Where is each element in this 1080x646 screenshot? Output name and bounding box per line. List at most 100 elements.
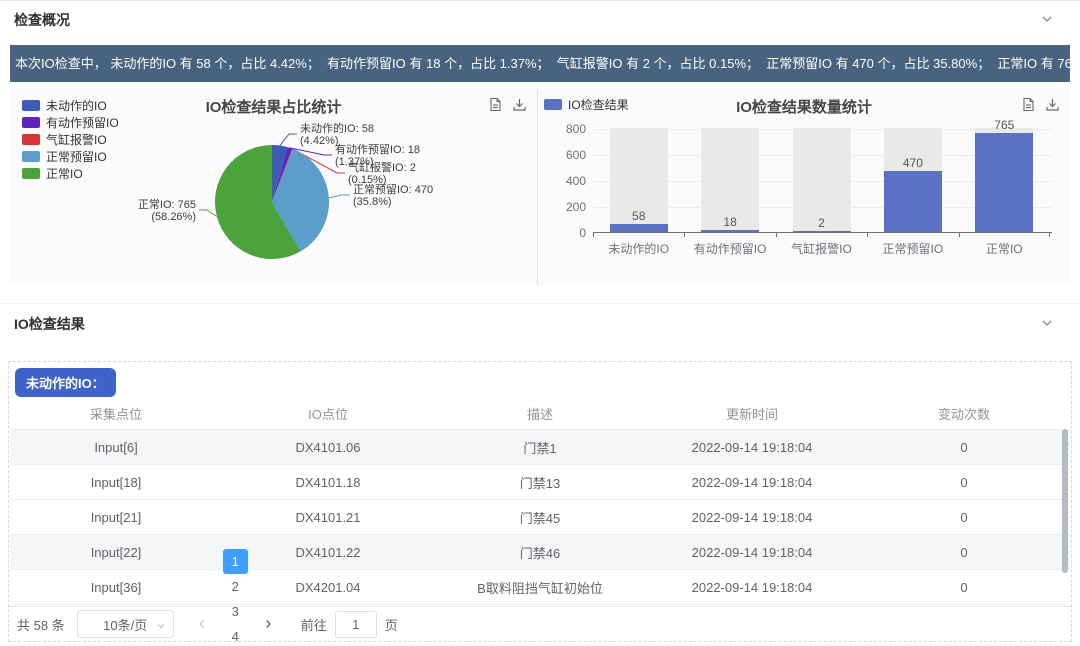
pie-slice[interactable] — [272, 145, 288, 202]
table-header-row: 采集点位IO点位描述更新时间变动次数 — [10, 398, 1070, 430]
table-cell: 0 — [858, 510, 1070, 525]
bar-value-label: 18 — [684, 215, 775, 229]
bar-value-label: 765 — [959, 118, 1050, 132]
y-axis-tick-label: 200 — [546, 200, 586, 214]
results-section-title: IO检查结果 — [14, 314, 85, 334]
legend-label: 气缸报警IO — [46, 131, 107, 148]
table-header-cell: 采集点位 — [10, 404, 222, 423]
x-axis-tick-label: 气缸报警IO — [776, 240, 867, 257]
results-table: 采集点位IO点位描述更新时间变动次数Input[6]DX4101.06门禁120… — [10, 398, 1070, 605]
legend-swatch — [22, 100, 40, 111]
bar-value-label: 58 — [593, 209, 684, 223]
bar-legend[interactable]: IO检查结果 — [544, 96, 629, 113]
pie-slice[interactable] — [215, 145, 300, 259]
pie-slice-label: 有动作预留IO: 18(1.37%) — [335, 144, 420, 168]
bar-legend-label: IO检查结果 — [568, 96, 629, 113]
pie-label-line — [290, 148, 332, 155]
legend-label: 未动作的IO — [46, 97, 107, 114]
table-cell: Input[18] — [10, 475, 222, 490]
legend-item[interactable]: 气缸报警IO — [22, 131, 119, 148]
bar[interactable] — [610, 224, 668, 232]
pagination-bar: 共 58 条 10条/页 123456 前往 页 — [9, 606, 1071, 641]
x-axis-tick — [867, 233, 868, 237]
download-image-icon[interactable] — [1045, 97, 1060, 112]
bar-plot-area: 58未动作的IO18有动作预留IO2气缸报警IO470正常预留IO765正常IO — [593, 129, 1052, 233]
table-header-cell: 更新时间 — [646, 404, 858, 423]
table-cell: B取料阻挡气缸初始位 — [434, 578, 646, 597]
bar-chart-panel: IO检查结果数量统计 IO检查结果 0200400600800 58未动作的IO… — [538, 89, 1070, 285]
table-cell: 2022-09-14 19:18:04 — [646, 545, 858, 560]
charts-row: IO检查结果占比统计 未动作的IO有动作预留IO气缸报警IO正常预留IO正常IO… — [10, 89, 1070, 285]
overview-collapse-chevron-icon[interactable] — [1040, 12, 1054, 26]
table-cell: DX4101.21 — [222, 510, 434, 525]
page-button-4[interactable]: 4 — [223, 624, 248, 646]
y-axis-tick-label: 800 — [546, 122, 586, 136]
pie-slice-label: 正常预留IO: 470(35.8%) — [353, 184, 433, 208]
x-axis-tick-label: 正常预留IO — [867, 240, 958, 257]
table-cell: 0 — [858, 475, 1070, 490]
page-button-1[interactable]: 1 — [223, 549, 248, 574]
table-cell: DX4101.18 — [222, 475, 434, 490]
filter-io-type-button[interactable]: 未动作的IO： — [15, 368, 116, 397]
table-scrollbar[interactable] — [1062, 429, 1068, 573]
prev-page-button[interactable] — [190, 612, 215, 637]
x-axis-tick — [684, 233, 685, 237]
table-cell: 0 — [858, 545, 1070, 560]
table-cell: 2022-09-14 19:18:04 — [646, 580, 858, 595]
table-row[interactable]: Input[18]DX4101.18门禁132022-09-14 19:18:0… — [10, 465, 1070, 500]
goto-page-input[interactable] — [335, 611, 377, 638]
table-cell: 2022-09-14 19:18:04 — [646, 440, 858, 455]
legend-item[interactable]: 未动作的IO — [22, 97, 119, 114]
table-header-cell: IO点位 — [222, 404, 434, 423]
legend-swatch — [22, 168, 40, 179]
pie-label-line — [329, 195, 350, 198]
results-container: 未动作的IO： 采集点位IO点位描述更新时间变动次数Input[6]DX4101… — [8, 361, 1072, 642]
pie-slice[interactable] — [272, 149, 293, 202]
download-image-icon[interactable] — [512, 97, 527, 112]
data-view-icon[interactable] — [488, 97, 503, 112]
bar[interactable] — [975, 133, 1033, 232]
data-view-icon[interactable] — [1021, 97, 1036, 112]
table-row[interactable]: Input[22]DX4101.22门禁462022-09-14 19:18:0… — [10, 535, 1070, 570]
x-axis-tick-label: 未动作的IO — [593, 240, 684, 257]
x-axis-tick-label: 正常IO — [959, 240, 1050, 257]
pie-legend: 未动作的IO有动作预留IO气缸报警IO正常预留IO正常IO — [22, 97, 119, 182]
x-axis-tick-label: 有动作预留IO — [684, 240, 775, 257]
next-page-button[interactable] — [256, 612, 281, 637]
table-cell: 0 — [858, 580, 1070, 595]
table-cell: Input[22] — [10, 545, 222, 560]
pie-slice[interactable] — [272, 149, 329, 252]
table-cell: 0 — [858, 440, 1070, 455]
table-cell: Input[36] — [10, 580, 222, 595]
table-row[interactable]: Input[36]DX4201.04B取料阻挡气缸初始位2022-09-14 1… — [10, 570, 1070, 605]
bar[interactable] — [701, 230, 759, 232]
x-axis-tick — [959, 233, 960, 237]
overview-section-title: 检查概况 — [14, 10, 70, 30]
results-collapse-chevron-icon[interactable] — [1040, 316, 1054, 330]
bar[interactable] — [884, 171, 942, 232]
chevron-down-icon — [156, 619, 166, 634]
pie-slice[interactable] — [272, 147, 292, 202]
legend-item[interactable]: 正常预留IO — [22, 148, 119, 165]
legend-swatch — [22, 134, 40, 145]
table-cell: 2022-09-14 19:18:04 — [646, 510, 858, 525]
x-axis-tick — [776, 233, 777, 237]
bar-value-label: 470 — [867, 156, 958, 170]
table-cell: DX4201.04 — [222, 580, 434, 595]
bar[interactable] — [793, 231, 851, 232]
legend-item[interactable]: 正常IO — [22, 165, 119, 182]
table-row[interactable]: Input[6]DX4101.06门禁12022-09-14 19:18:040 — [10, 430, 1070, 465]
table-cell: DX4101.22 — [222, 545, 434, 560]
table-cell: Input[21] — [10, 510, 222, 525]
page-button-2[interactable]: 2 — [223, 574, 248, 599]
legend-item[interactable]: 有动作预留IO — [22, 114, 119, 131]
section-divider — [0, 303, 1080, 304]
page-size-select[interactable]: 10条/页 — [77, 610, 174, 638]
pie-label-line — [199, 210, 217, 217]
page-button-3[interactable]: 3 — [223, 599, 248, 624]
table-cell: Input[6] — [10, 440, 222, 455]
pie-chart-panel: IO检查结果占比统计 未动作的IO有动作预留IO气缸报警IO正常预留IO正常IO… — [10, 89, 537, 285]
y-axis-tick-label: 600 — [546, 148, 586, 162]
legend-swatch — [22, 151, 40, 162]
table-row[interactable]: Input[21]DX4101.21门禁452022-09-14 19:18:0… — [10, 500, 1070, 535]
